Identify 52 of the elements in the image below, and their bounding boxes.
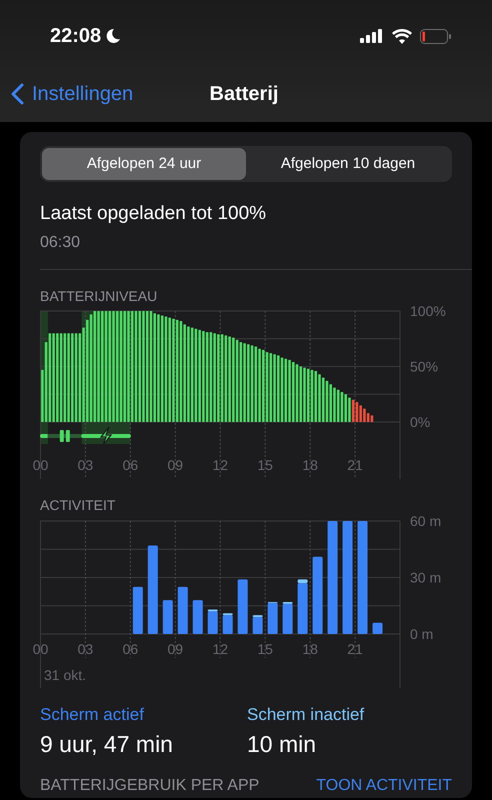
axis-label: 18 — [302, 640, 318, 656]
section-heading: BATTERIJNIVEAU — [40, 288, 158, 304]
clock-time: 22:08 — [50, 24, 102, 49]
axis-label: 60 m — [410, 512, 442, 528]
axis-label: 00 — [32, 640, 48, 656]
axis-label: 0 m — [410, 626, 434, 642]
show-activity-link[interactable]: TOON ACTIVITEIT — [316, 774, 452, 798]
section-heading: ACTIVITEIT — [40, 496, 116, 512]
bar — [238, 578, 248, 634]
summary-label: Scherm actief — [40, 704, 145, 726]
last-charged-title: Laatst opgeladen tot 100% — [40, 202, 268, 226]
summary-label: Scherm inactief — [247, 704, 366, 726]
chevron-left-icon — [10, 83, 24, 105]
segment-tab[interactable]: Afgelopen 10 dagen — [246, 148, 450, 180]
summary-value: 10 min — [247, 730, 318, 759]
pause-icon — [60, 430, 70, 442]
bar — [192, 600, 203, 634]
axis-label: 06 — [122, 640, 138, 656]
axis-label: 09 — [168, 456, 184, 472]
page-title: Batterij — [210, 83, 278, 105]
back-button[interactable]: Instellingen — [0, 79, 134, 109]
axis-label: 15 — [257, 456, 273, 472]
axis-label: 18 — [302, 456, 318, 472]
bar — [162, 600, 173, 634]
axis-label: 12 — [212, 640, 228, 656]
wifi-icon — [392, 28, 412, 44]
summary-value: 9 uur, 47 min — [40, 730, 174, 759]
charging-timeline — [81, 434, 131, 438]
axis-label: 09 — [168, 640, 184, 656]
bar — [178, 586, 188, 634]
axis-label: 21 — [347, 640, 363, 656]
lightning-icon — [100, 426, 112, 446]
bar — [372, 622, 383, 634]
bar — [132, 586, 143, 634]
axis-label: 50% — [410, 358, 438, 374]
axis-label: 15 — [257, 640, 273, 656]
axis-label: 03 — [78, 456, 94, 472]
axis-label: 21 — [347, 456, 363, 472]
paused-timeline — [48, 434, 82, 438]
segment-tab[interactable]: Afgelopen 24 uur — [42, 148, 246, 180]
axis-label: 06 — [122, 456, 138, 472]
axis-label: 12 — [212, 456, 228, 472]
axis-label: 30 m — [410, 569, 442, 585]
axis-label: 00 — [32, 456, 48, 472]
axis-label: 100% — [410, 304, 446, 318]
section-heading: BATTERIJGEBRUIK PER APP — [40, 776, 260, 796]
date-label: 31 okt. — [44, 666, 86, 682]
signal-icon — [360, 29, 384, 43]
last-charged-time: 06:30 — [40, 232, 82, 252]
charging-timeline — [40, 434, 48, 438]
axis-label: 0% — [410, 414, 430, 430]
axis-label: 03 — [78, 640, 94, 656]
